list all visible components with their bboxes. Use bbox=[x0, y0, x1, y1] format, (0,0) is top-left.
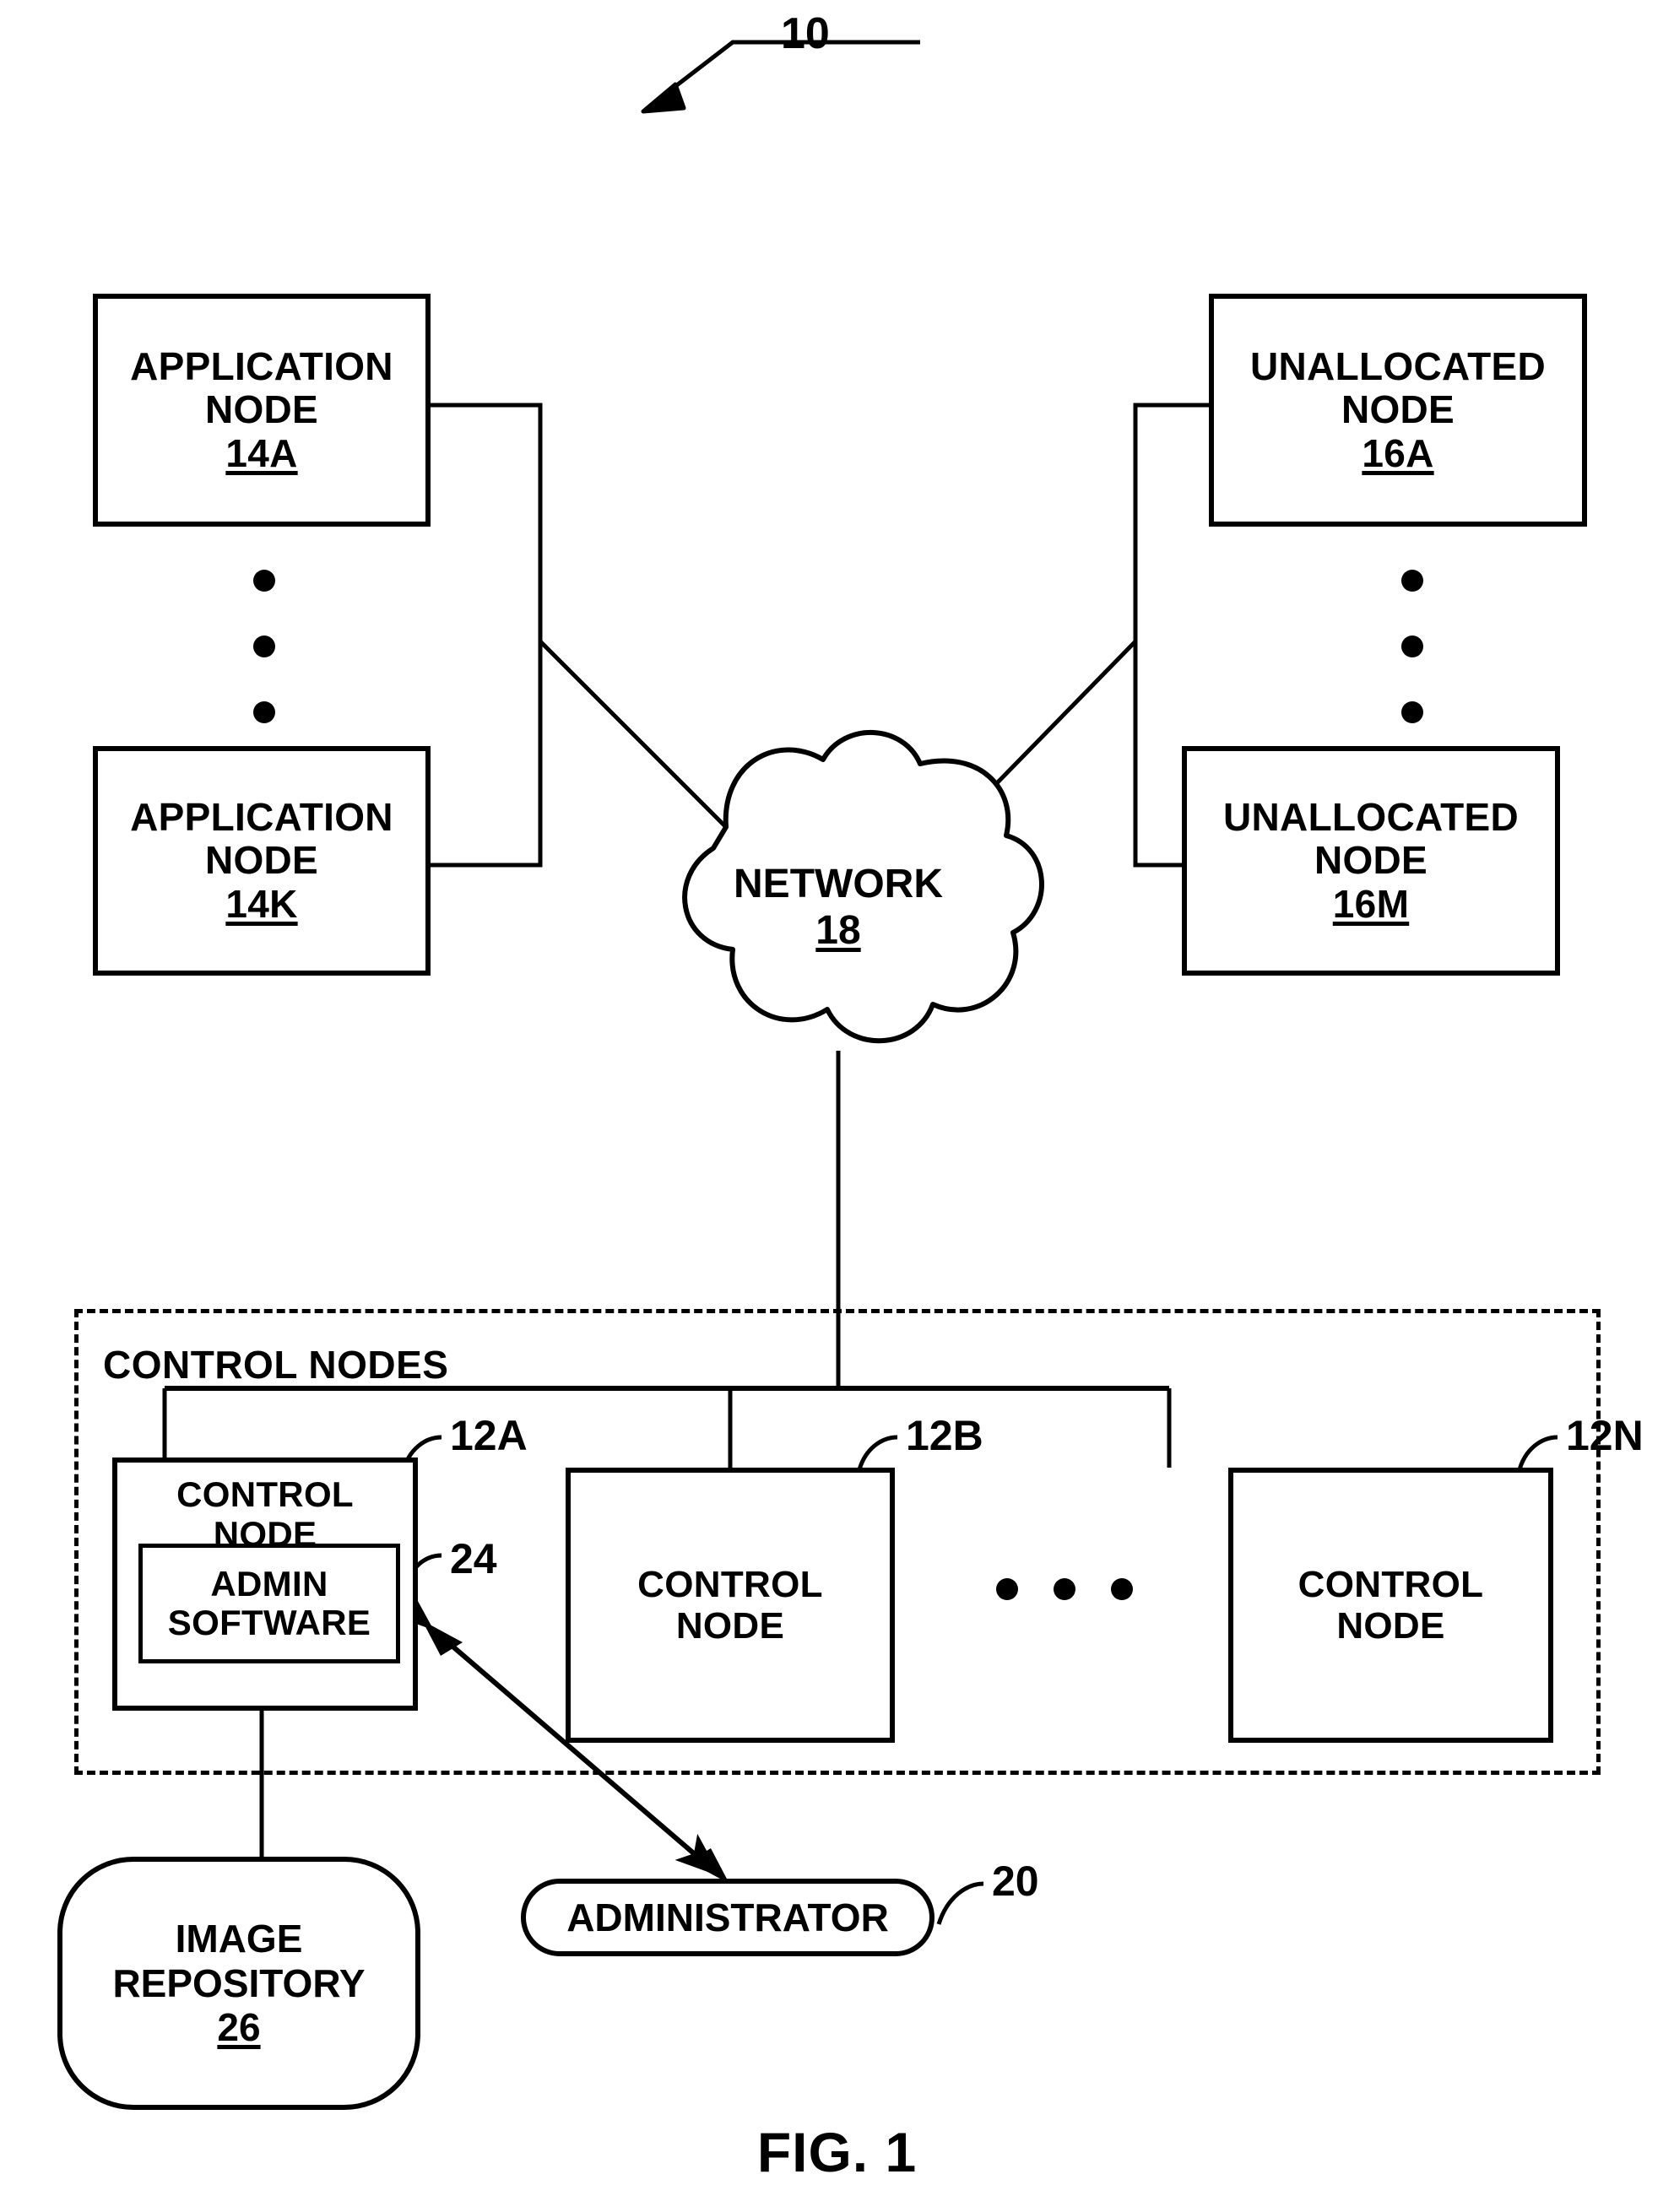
control-node-12n-title-line1: CONTROL bbox=[1297, 1563, 1484, 1605]
network-label-text: NETWORK bbox=[734, 862, 943, 906]
image-repository-title-line2: REPOSITORY bbox=[112, 1961, 366, 2005]
unallocated-node-16a-ref: 16A bbox=[1362, 430, 1434, 475]
application-node-ellipsis bbox=[253, 570, 279, 730]
control-nodes-group-label: CONTROL NODES bbox=[103, 1343, 449, 1387]
administrator-actor[interactable]: ADMINISTRATOR bbox=[521, 1879, 935, 1956]
control-node-12b[interactable]: CONTROL NODE bbox=[566, 1468, 895, 1743]
unallocated-node-16m[interactable]: UNALLOCATED NODE 16M bbox=[1182, 746, 1560, 976]
admin-software-module[interactable]: ADMIN SOFTWARE bbox=[138, 1544, 400, 1663]
application-node-14k-title-line2: NODE bbox=[204, 838, 319, 883]
application-node-14k-ref: 14K bbox=[225, 881, 298, 926]
unallocated-node-16a[interactable]: UNALLOCATED NODE 16A bbox=[1209, 294, 1587, 527]
control-node-12b-title-line2: NODE bbox=[675, 1605, 785, 1647]
control-node-ellipsis bbox=[996, 1578, 1165, 1604]
application-node-14a[interactable]: APPLICATION NODE 14A bbox=[93, 294, 431, 527]
network-ref: 18 bbox=[815, 908, 861, 954]
reference-numeral-12a: 12A bbox=[450, 1412, 528, 1459]
reference-numeral-12n: 12N bbox=[1566, 1412, 1644, 1459]
reference-numeral-12b: 12B bbox=[906, 1412, 983, 1459]
admin-software-title-line1: ADMIN bbox=[210, 1563, 328, 1604]
unallocated-node-ellipsis bbox=[1401, 570, 1427, 730]
image-repository[interactable]: IMAGE REPOSITORY 26 bbox=[57, 1857, 420, 2110]
application-node-14a-title-line2: NODE bbox=[204, 387, 319, 432]
application-node-14k[interactable]: APPLICATION NODE 14K bbox=[93, 746, 431, 976]
patent-figure: 10 APPLICATION NODE 14A APPLICATION NODE… bbox=[0, 0, 1674, 2212]
admin-software-title-line2: SOFTWARE bbox=[167, 1603, 371, 1642]
unallocated-node-16a-title-line1: UNALLOCATED bbox=[1250, 343, 1546, 388]
control-node-12n-title-line2: NODE bbox=[1336, 1605, 1445, 1647]
control-node-12a-title-line1: CONTROL bbox=[176, 1474, 354, 1514]
administrator-label: ADMINISTRATOR bbox=[566, 1896, 889, 1939]
application-node-14a-title-line1: APPLICATION bbox=[130, 343, 393, 388]
control-node-12b-title-line1: CONTROL bbox=[637, 1563, 823, 1605]
reference-numeral-20: 20 bbox=[992, 1858, 1039, 1905]
unallocated-node-16a-title-line2: NODE bbox=[1341, 387, 1455, 432]
image-repository-ref: 26 bbox=[217, 2005, 261, 2050]
unallocated-node-16m-ref: 16M bbox=[1332, 881, 1410, 926]
image-repository-title-line1: IMAGE bbox=[175, 1917, 303, 1961]
unallocated-node-16m-title-line1: UNALLOCATED bbox=[1223, 794, 1519, 839]
unallocated-node-16m-title-line2: NODE bbox=[1314, 838, 1428, 883]
application-node-14k-title-line1: APPLICATION bbox=[130, 794, 393, 839]
control-node-12n[interactable]: CONTROL NODE bbox=[1228, 1468, 1553, 1743]
network-cloud-label: NETWORK 18 bbox=[631, 861, 1045, 954]
reference-numeral-24: 24 bbox=[450, 1535, 497, 1582]
reference-numeral-10: 10 bbox=[781, 9, 830, 58]
application-node-bus bbox=[431, 403, 728, 868]
figure-caption: FIG. 1 bbox=[756, 2121, 918, 2183]
application-node-14a-ref: 14A bbox=[225, 430, 298, 475]
control-node-12a[interactable]: CONTROL NODE ADMIN SOFTWARE bbox=[112, 1458, 418, 1711]
